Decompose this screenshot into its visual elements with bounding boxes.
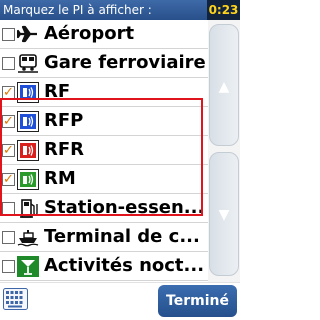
list-item-rfr[interactable]: ✓ RFR [0,136,208,165]
ship-icon [17,227,39,248]
keyboard-icon[interactable] [3,288,28,310]
list-item-terminal[interactable]: Terminal de c... [0,223,208,252]
checkbox[interactable] [2,28,15,41]
cocktail-icon [17,256,39,277]
item-label: RFP [44,110,84,131]
checkbox[interactable]: ✓ [2,173,15,186]
list-item-rf[interactable]: ✓ RF [0,78,208,107]
list-item-gare-ferroviaire[interactable]: Gare ferroviaire [0,49,208,78]
poi-rfp-icon [17,111,39,132]
item-label: Gare ferroviaire [44,52,206,73]
page-title: Marquez le PI à afficher : [3,3,152,17]
item-label: Activités noct... [44,255,205,276]
list-item-aeroport[interactable]: Aéroport [0,20,208,49]
arrow-down-icon: ▼ [218,207,230,223]
item-label: RF [44,81,71,102]
scrollbar[interactable]: ▲ ▼ [208,20,240,282]
checkbox[interactable] [2,202,15,215]
checkbox[interactable]: ✓ [2,115,15,128]
item-label: Terminal de c... [44,226,200,247]
list-item-station-essence[interactable]: Station-essen... [0,194,208,223]
checkbox[interactable] [2,260,15,273]
list-item-activites-nocturnes[interactable]: Activités noct... [0,252,208,281]
scroll-down-button[interactable]: ▼ [209,152,239,276]
clock: 0:23 [207,0,240,20]
poi-rf-icon [17,82,39,103]
done-button[interactable]: Terminé [158,285,237,317]
poi-rfr-icon [17,140,39,161]
item-label: Station-essen... [44,197,205,218]
item-label: RFR [44,139,85,160]
footer-bar: Terminé [0,282,240,320]
checkbox[interactable]: ✓ [2,144,15,157]
airplane-icon [17,24,39,45]
item-label: Aéroport [44,23,135,44]
header-bar: Marquez le PI à afficher : 0:23 [0,0,240,20]
arrow-up-icon: ▲ [218,79,230,95]
fuel-pump-icon [17,198,39,219]
item-label: RM [44,168,76,189]
train-icon [17,53,39,74]
list-item-rm[interactable]: ✓ RM [0,165,208,194]
checkbox[interactable] [2,57,15,70]
poi-rm-icon [17,169,39,190]
scroll-up-button[interactable]: ▲ [209,24,239,146]
checkbox[interactable]: ✓ [2,86,15,99]
checkbox[interactable] [2,231,15,244]
list-item-rfp[interactable]: ✓ RFP [0,107,208,136]
